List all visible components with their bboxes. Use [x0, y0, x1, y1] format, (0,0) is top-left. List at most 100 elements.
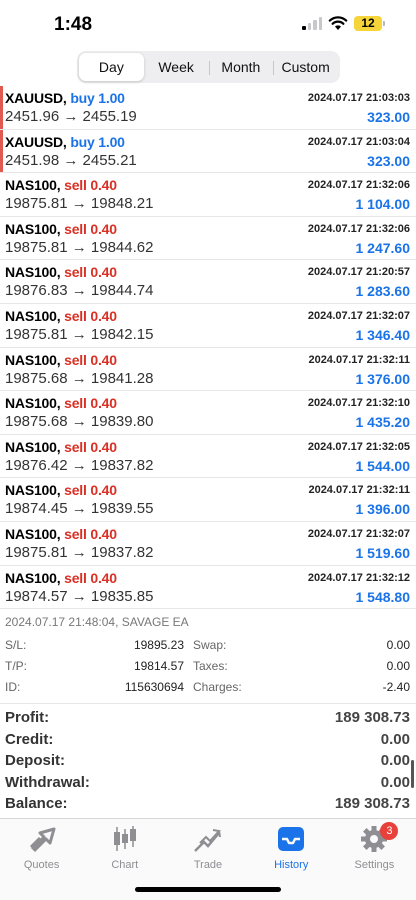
detail-label: Taxes: — [193, 659, 228, 673]
summary-balance: Balance: 189 308.73 — [0, 793, 416, 815]
deal-title: NAS100, sell 0.40 — [5, 439, 117, 455]
deal-side-volume: sell 0.40 — [64, 220, 117, 237]
detail-value: -2.40 — [382, 680, 410, 694]
deal-row[interactable]: NAS100, sell 0.40 2024.07.17 21:20:57 1987… — [0, 260, 416, 304]
summary-label: Balance: — [5, 795, 68, 812]
deal-title: NAS100, sell 0.40 — [5, 221, 117, 237]
deal-row[interactable]: XAUUSD, buy 1.00 2024.07.17 21:03:03 2451.… — [0, 86, 416, 130]
deal-title: NAS100, sell 0.40 — [5, 482, 117, 498]
battery-icon: 12 — [354, 16, 385, 31]
deal-prices: 2451.96 → 2455.19 — [5, 108, 137, 125]
tab-label: Quotes — [23, 859, 60, 871]
deal-symbol: XAUUSD, — [5, 90, 67, 106]
deal-time: 2024.07.17 21:03:03 — [307, 92, 410, 104]
summary-value: 0.00 — [380, 730, 410, 748]
inbox-icon — [275, 825, 307, 853]
detail-value: 19895.23 — [133, 638, 184, 652]
account-summary: Profit: 189 308.73 Credit: 0.00 Deposit: 0.00… — [0, 707, 416, 815]
summary-label: Credit: — [5, 730, 54, 748]
summary-value: 189 308.73 — [334, 795, 410, 812]
deal-row[interactable]: NAS100, sell 0.40 2024.07.17 21:32:11 1987… — [0, 478, 416, 522]
deal-row[interactable]: NAS100, sell 0.40 2024.07.17 21:32:07 1987… — [0, 522, 416, 566]
scrollbar[interactable] — [411, 760, 414, 788]
tab-day[interactable]: Day — [79, 53, 144, 81]
detail-header: 2024.07.17 21:48:04, SAVAGE EA — [5, 615, 189, 629]
deal-detail: 2024.07.17 21:48:04, SAVAGE EA S/L: 19895… — [0, 612, 416, 704]
deal-profit: 1 283.60 — [355, 283, 411, 300]
trade-icon — [192, 825, 224, 853]
deal-side-volume: sell 0.40 — [64, 438, 117, 455]
detail-label: T/P: — [5, 659, 28, 673]
deal-symbol: XAUUSD, — [5, 133, 67, 150]
detail-row: ID: 115630694 Charges: -2.40 — [0, 680, 416, 698]
detail-value: 19814.57 — [133, 659, 184, 673]
summary-withdrawal: Withdrawal: 0.00 — [0, 772, 416, 794]
tab-custom[interactable]: Custom — [273, 53, 338, 81]
deal-prices: 19875.81 → 19837.82 — [5, 543, 154, 561]
deal-row[interactable]: NAS100, sell 0.40 2024.07.17 21:32:05 1987… — [0, 435, 416, 479]
deal-row[interactable]: NAS100, sell 0.40 2024.07.17 21:32:10 1987… — [0, 391, 416, 435]
detail-row: T/P: 19814.57 Taxes: 0.00 — [0, 659, 416, 677]
deal-row[interactable]: XAUUSD, buy 1.00 2024.07.17 21:03:04 2451.… — [0, 129, 416, 174]
deal-symbol: NAS100, — [5, 569, 61, 586]
detail-label: S/L: — [5, 638, 27, 652]
deal-prices: 19875.81 → 19842.15 — [5, 325, 154, 343]
deal-title: NAS100, sell 0.40 — [5, 308, 117, 324]
home-indicator[interactable] — [135, 887, 281, 892]
deal-time: 2024.07.17 21:32:06 — [307, 179, 410, 192]
deals-list: XAUUSD, buy 1.00 2024.07.17 21:03:03 2451.… — [0, 86, 416, 610]
deal-prices: 19874.57 → 19835.85 — [5, 587, 154, 605]
deal-row[interactable]: NAS100, sell 0.40 2024.07.17 21:32:06 1987… — [0, 217, 416, 261]
summary-label: Deposit: — [5, 752, 65, 769]
deal-title: XAUUSD, buy 1.00 — [5, 90, 125, 106]
tab-month[interactable]: Month — [208, 53, 274, 81]
summary-deposit: Deposit: 0.00 — [0, 750, 416, 772]
deal-time: 2024.07.17 21:32:10 — [307, 397, 410, 410]
wifi-icon — [328, 16, 348, 30]
deal-profit: 1 104.00 — [355, 196, 411, 213]
quotes-icon — [26, 825, 58, 853]
deal-time: 2024.07.17 21:32:06 — [307, 222, 410, 235]
deal-row[interactable]: NAS100, sell 0.40 2024.07.17 21:32:06 1987… — [0, 173, 416, 217]
detail-label: Swap: — [193, 638, 227, 652]
deal-row[interactable]: NAS100, sell 0.40 2024.07.17 21:32:07 1987… — [0, 304, 416, 348]
deal-time: 2024.07.17 21:20:57 — [307, 266, 410, 279]
deal-side-volume: sell 0.40 — [64, 351, 117, 368]
tab-week[interactable]: Week — [144, 53, 209, 81]
deal-symbol: NAS100, — [5, 307, 61, 324]
deal-symbol: NAS100, — [5, 438, 61, 455]
tab-label: Chart — [111, 859, 139, 871]
deal-time: 2024.07.17 21:32:07 — [307, 309, 410, 322]
deal-prices: 19875.81 → 19848.21 — [5, 195, 154, 213]
deal-row[interactable]: NAS100, sell 0.40 2024.07.17 21:32:11 1987… — [0, 348, 416, 392]
deal-time: 2024.07.17 21:32:05 — [307, 440, 410, 453]
deal-side-volume: sell 0.40 — [64, 482, 117, 499]
cellular-signal-icon — [302, 17, 322, 30]
deal-time: 2024.07.17 21:32:11 — [308, 353, 410, 366]
detail-label: ID: — [5, 680, 21, 694]
deal-symbol: NAS100, — [5, 395, 61, 412]
status-time: 1:48 — [54, 14, 93, 35]
tab-quotes[interactable]: Quotes — [0, 819, 83, 900]
summary-value: 0.00 — [380, 752, 410, 769]
deal-symbol: NAS100, — [5, 177, 61, 194]
tab-settings[interactable]: Settings 3 — [333, 819, 416, 900]
detail-label: Charges: — [193, 680, 242, 694]
summary-credit: Credit: 0.00 — [0, 729, 416, 751]
deal-prices: 19875.68 → 19839.80 — [5, 413, 154, 431]
deal-title: NAS100, sell 0.40 — [5, 177, 117, 193]
deal-prices: 19876.83 → 19844.74 — [5, 282, 154, 300]
deal-prices: 2451.98 → 2455.21 — [5, 151, 137, 169]
notification-badge: 3 — [380, 822, 399, 840]
deal-profit: 1 346.40 — [355, 326, 411, 343]
deal-row[interactable]: NAS100, sell 0.40 2024.07.17 21:32:12 1987… — [0, 566, 416, 610]
deal-prices: 19875.68 → 19841.28 — [5, 369, 154, 387]
deal-profit: 1 544.00 — [355, 457, 411, 474]
deal-side-volume: sell 0.40 — [64, 569, 117, 586]
deal-profit: 1 548.80 — [355, 588, 411, 605]
detail-value: 115630694 — [124, 680, 184, 694]
deal-side-volume: sell 0.40 — [64, 307, 117, 324]
deal-profit: 1 376.00 — [355, 370, 411, 387]
deal-title: NAS100, sell 0.40 — [5, 352, 117, 368]
deal-side-volume: sell 0.40 — [64, 177, 117, 194]
